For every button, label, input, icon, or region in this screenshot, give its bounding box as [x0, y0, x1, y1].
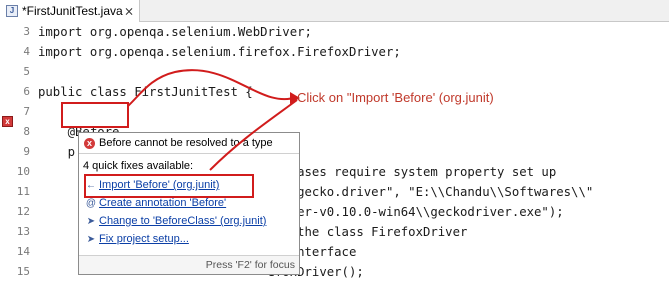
line-number: 7 — [23, 105, 30, 118]
line-number: 3 — [23, 25, 30, 38]
line-number: 8 — [23, 125, 30, 138]
quick-fix-project-setup[interactable]: ➤ Fix project setup... — [79, 231, 299, 248]
quick-fix-change-to-beforeclass[interactable]: ➤ Change to 'BeforeClass' (org.junit) — [79, 213, 299, 230]
tab-title: *FirstJunitTest.java — [22, 4, 123, 18]
quick-fix-count: 4 quick fixes available: — [83, 160, 194, 172]
quick-fix-label[interactable]: Create annotation 'Before' — [99, 197, 226, 209]
quick-fix-popup: x Before cannot be resolved to a type 4 … — [78, 132, 300, 275]
line-number: 10 — [16, 165, 30, 178]
code-line: public class FirstJunitTest { — [38, 85, 253, 99]
quick-fix-header: x Before cannot be resolved to a type — [79, 133, 299, 154]
error-message: Before cannot be resolved to a type — [99, 137, 273, 149]
code-line: p — [38, 145, 76, 159]
line-number: 12 — [16, 205, 30, 218]
import-fix-highlight-box — [84, 174, 254, 198]
quick-fix-label[interactable]: Fix project setup... — [99, 233, 189, 245]
line-number: 9 — [23, 145, 30, 158]
line-number: 4 — [23, 45, 30, 58]
line-number: 13 — [16, 225, 30, 238]
quick-fix-label[interactable]: Change to 'BeforeClass' (org.junit) — [99, 215, 266, 227]
instruction-callout: Click on "Import 'Before' (org.junit) — [297, 90, 494, 105]
error-marker-icon[interactable]: x — [2, 116, 13, 127]
annotation-icon: @ — [85, 198, 97, 209]
change-icon: ➤ — [86, 216, 96, 227]
line-number: 15 — [16, 265, 30, 278]
focus-hint: Press 'F2' for focus — [205, 259, 295, 271]
editor-tab-bar: J *FirstJunitTest.java ⨯ — [0, 0, 669, 22]
error-icon: x — [84, 138, 95, 149]
line-number-gutter: 3 4 5 6 7 8 9 10 11 12 13 14 15 x — [0, 22, 34, 281]
close-tab-icon[interactable]: ⨯ — [124, 0, 134, 22]
tab-first-junit-test[interactable]: J *FirstJunitTest.java ⨯ — [0, 0, 140, 22]
line-number: 5 — [23, 65, 30, 78]
code-line: import org.openqa.selenium.WebDriver; — [38, 25, 312, 39]
line-number: 11 — [16, 185, 30, 198]
code-line: import org.openqa.selenium.firefox.Firef… — [38, 45, 401, 59]
quick-fix-footer: Press 'F2' for focus — [79, 255, 299, 274]
java-file-icon: J — [6, 5, 18, 17]
line-number: 6 — [23, 85, 30, 98]
setup-icon: ➤ — [86, 234, 96, 245]
before-highlight-box — [61, 102, 129, 128]
line-number: 14 — [16, 245, 30, 258]
